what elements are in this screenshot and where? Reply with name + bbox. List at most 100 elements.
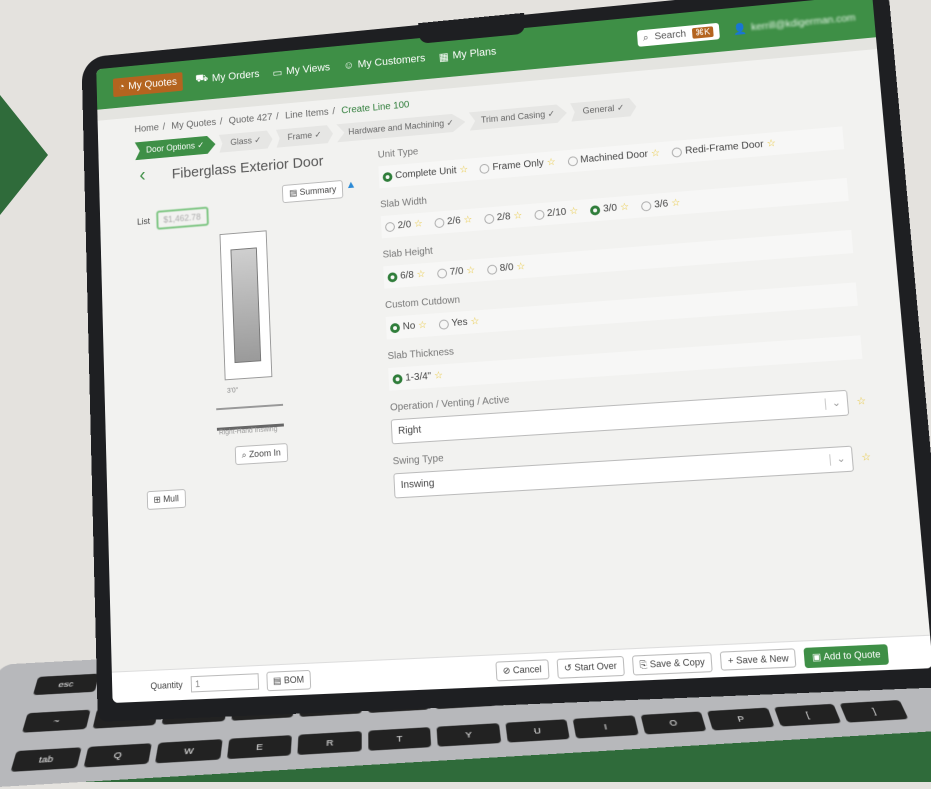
- crumb-my-quotes[interactable]: My Quotes: [171, 117, 216, 131]
- crumb-line-items[interactable]: Line Items: [285, 107, 329, 121]
- favorite-star-icon[interactable]: ☆: [856, 396, 866, 408]
- nav-my-plans[interactable]: ▦ My Plans: [438, 45, 496, 63]
- radio-button[interactable]: [434, 217, 445, 228]
- radio-button[interactable]: [671, 146, 683, 158]
- slab-height-option[interactable]: 6/8 ☆: [387, 269, 426, 283]
- unit-type-option[interactable]: Complete Unit ☆: [382, 164, 468, 182]
- screen: ◔ My Quotes ⛟ My Orders ▭ My Views ☺ My …: [96, 0, 931, 703]
- mull-button[interactable]: ⊞ Mull: [146, 488, 186, 510]
- grid-icon: ⊞: [153, 494, 161, 505]
- custom-cutdown-option[interactable]: No ☆: [389, 320, 427, 333]
- crumb-quote[interactable]: Quote 427: [229, 112, 273, 126]
- slab-width-option[interactable]: 2/6 ☆: [434, 215, 473, 229]
- favorite-star-icon[interactable]: ☆: [513, 210, 522, 221]
- radio-button[interactable]: [483, 213, 495, 224]
- keyboard-key: E: [226, 735, 293, 760]
- favorite-star-icon[interactable]: ☆: [861, 452, 872, 464]
- crumb-home[interactable]: Home: [134, 123, 159, 135]
- keyboard-key: I: [573, 715, 639, 739]
- nav-my-views[interactable]: ▭ My Views: [272, 61, 330, 79]
- summary-button[interactable]: ▤ Summary: [282, 179, 344, 204]
- radio-button[interactable]: [567, 155, 578, 167]
- quantity-input[interactable]: 1: [190, 673, 259, 693]
- product-panel: ‹ Fiberglass Exterior Door ▤ Summary ▲ L…: [135, 146, 376, 511]
- copy-icon: ⎘: [639, 658, 648, 670]
- favorite-star-icon[interactable]: ☆: [546, 157, 556, 168]
- plans-icon: ▦: [438, 50, 450, 64]
- bom-button[interactable]: ▤ BOM: [265, 669, 312, 691]
- slab-width-option[interactable]: 2/10 ☆: [533, 206, 579, 220]
- cancel-button[interactable]: ⊘ Cancel: [495, 658, 550, 681]
- quantity-label: Quantity: [150, 679, 183, 692]
- start-over-button[interactable]: ↺ Start Over: [556, 655, 625, 679]
- unit-type-option[interactable]: Machined Door ☆: [567, 148, 660, 167]
- add-to-quote-button[interactable]: ▣ Add to Quote: [803, 643, 889, 668]
- favorite-star-icon[interactable]: ☆: [470, 316, 479, 327]
- custom-cutdown-option[interactable]: Yes ☆: [438, 316, 480, 330]
- radio-button[interactable]: [436, 267, 448, 279]
- decorative-triangle: [0, 95, 48, 215]
- unit-type-option[interactable]: Redi-Frame Door ☆: [671, 138, 776, 158]
- favorite-star-icon[interactable]: ☆: [466, 265, 475, 276]
- favorite-star-icon[interactable]: ☆: [414, 219, 423, 230]
- back-chevron-icon[interactable]: ‹: [139, 165, 146, 187]
- slab-height-option[interactable]: 7/0 ☆: [436, 265, 475, 279]
- nav-my-customers[interactable]: ☺ My Customers: [343, 53, 426, 72]
- radio-button[interactable]: [479, 163, 490, 174]
- footer-bar: Quantity 1 ▤ BOM ⊘ Cancel ↺ Start Over ⎘…: [111, 634, 931, 703]
- keyboard-key: Y: [436, 723, 502, 748]
- slab-width-option[interactable]: 3/0 ☆: [589, 202, 630, 216]
- radio-button[interactable]: [438, 318, 449, 330]
- keyboard-key: Q: [82, 743, 152, 768]
- radio-button[interactable]: [387, 271, 398, 283]
- save-new-button[interactable]: + Save & New: [719, 648, 797, 671]
- slab-width-option[interactable]: 2/0 ☆: [384, 219, 423, 233]
- favorite-star-icon[interactable]: ☆: [569, 206, 579, 217]
- radio-button[interactable]: [640, 200, 652, 212]
- crumb-current: Create Line 100: [341, 99, 410, 117]
- chevron-down-icon: ⌄: [824, 397, 842, 410]
- radio-button[interactable]: [384, 221, 396, 232]
- favorite-star-icon[interactable]: ☆: [516, 261, 526, 272]
- radio-button[interactable]: [382, 171, 393, 182]
- favorite-star-icon[interactable]: ☆: [671, 198, 681, 210]
- nav-my-quotes[interactable]: ◔ My Quotes: [112, 72, 183, 98]
- warning-icon[interactable]: ▲: [345, 179, 356, 191]
- user-menu[interactable]: 👤 kerrill@kdigerman.com: [733, 11, 856, 35]
- slab-width-option[interactable]: 2/8 ☆: [483, 210, 523, 224]
- slab-height-option[interactable]: 8/0 ☆: [486, 261, 526, 275]
- width-dimension: 3'0": [226, 387, 239, 395]
- search-shortcut: ⌘K: [691, 25, 714, 39]
- radio-button[interactable]: [392, 373, 403, 385]
- radio-button[interactable]: [389, 322, 401, 333]
- radio-button[interactable]: [589, 204, 601, 216]
- keyboard-key: U: [505, 719, 571, 743]
- keyboard-key: tab: [10, 747, 82, 773]
- zoom-in-button[interactable]: ⌕ Zoom In: [234, 443, 288, 466]
- favorite-star-icon[interactable]: ☆: [418, 320, 427, 331]
- favorite-star-icon[interactable]: ☆: [416, 269, 425, 280]
- slab-thickness-option[interactable]: 1-3/4" ☆: [392, 370, 443, 385]
- keyboard-key: O: [640, 711, 707, 735]
- keyboard-key: R: [297, 731, 362, 756]
- favorite-star-icon[interactable]: ☆: [459, 164, 468, 175]
- cancel-icon: ⊘: [502, 664, 511, 676]
- favorite-star-icon[interactable]: ☆: [651, 148, 661, 159]
- radio-button[interactable]: [486, 263, 498, 275]
- zoom-icon: ⌕: [241, 449, 247, 460]
- unit-type-option[interactable]: Frame Only ☆: [479, 157, 556, 174]
- search-button[interactable]: ⌕ Search ⌘K: [636, 22, 720, 47]
- user-email: kerrill@kdigerman.com: [750, 12, 856, 33]
- favorite-star-icon[interactable]: ☆: [463, 215, 472, 226]
- save-copy-button[interactable]: ⎘ Save & Copy: [631, 651, 713, 676]
- nav-my-orders[interactable]: ⛟ My Orders: [195, 68, 260, 87]
- keyboard-key: ]: [840, 700, 909, 723]
- favorite-star-icon[interactable]: ☆: [766, 138, 776, 150]
- list-price-value: $1,462.78: [155, 206, 209, 230]
- quotes-icon: ◔: [118, 81, 125, 93]
- favorite-star-icon[interactable]: ☆: [620, 202, 630, 214]
- search-icon: ⌕: [642, 31, 649, 43]
- favorite-star-icon[interactable]: ☆: [434, 370, 443, 382]
- slab-width-option[interactable]: 3/6 ☆: [640, 198, 681, 212]
- radio-button[interactable]: [533, 209, 545, 220]
